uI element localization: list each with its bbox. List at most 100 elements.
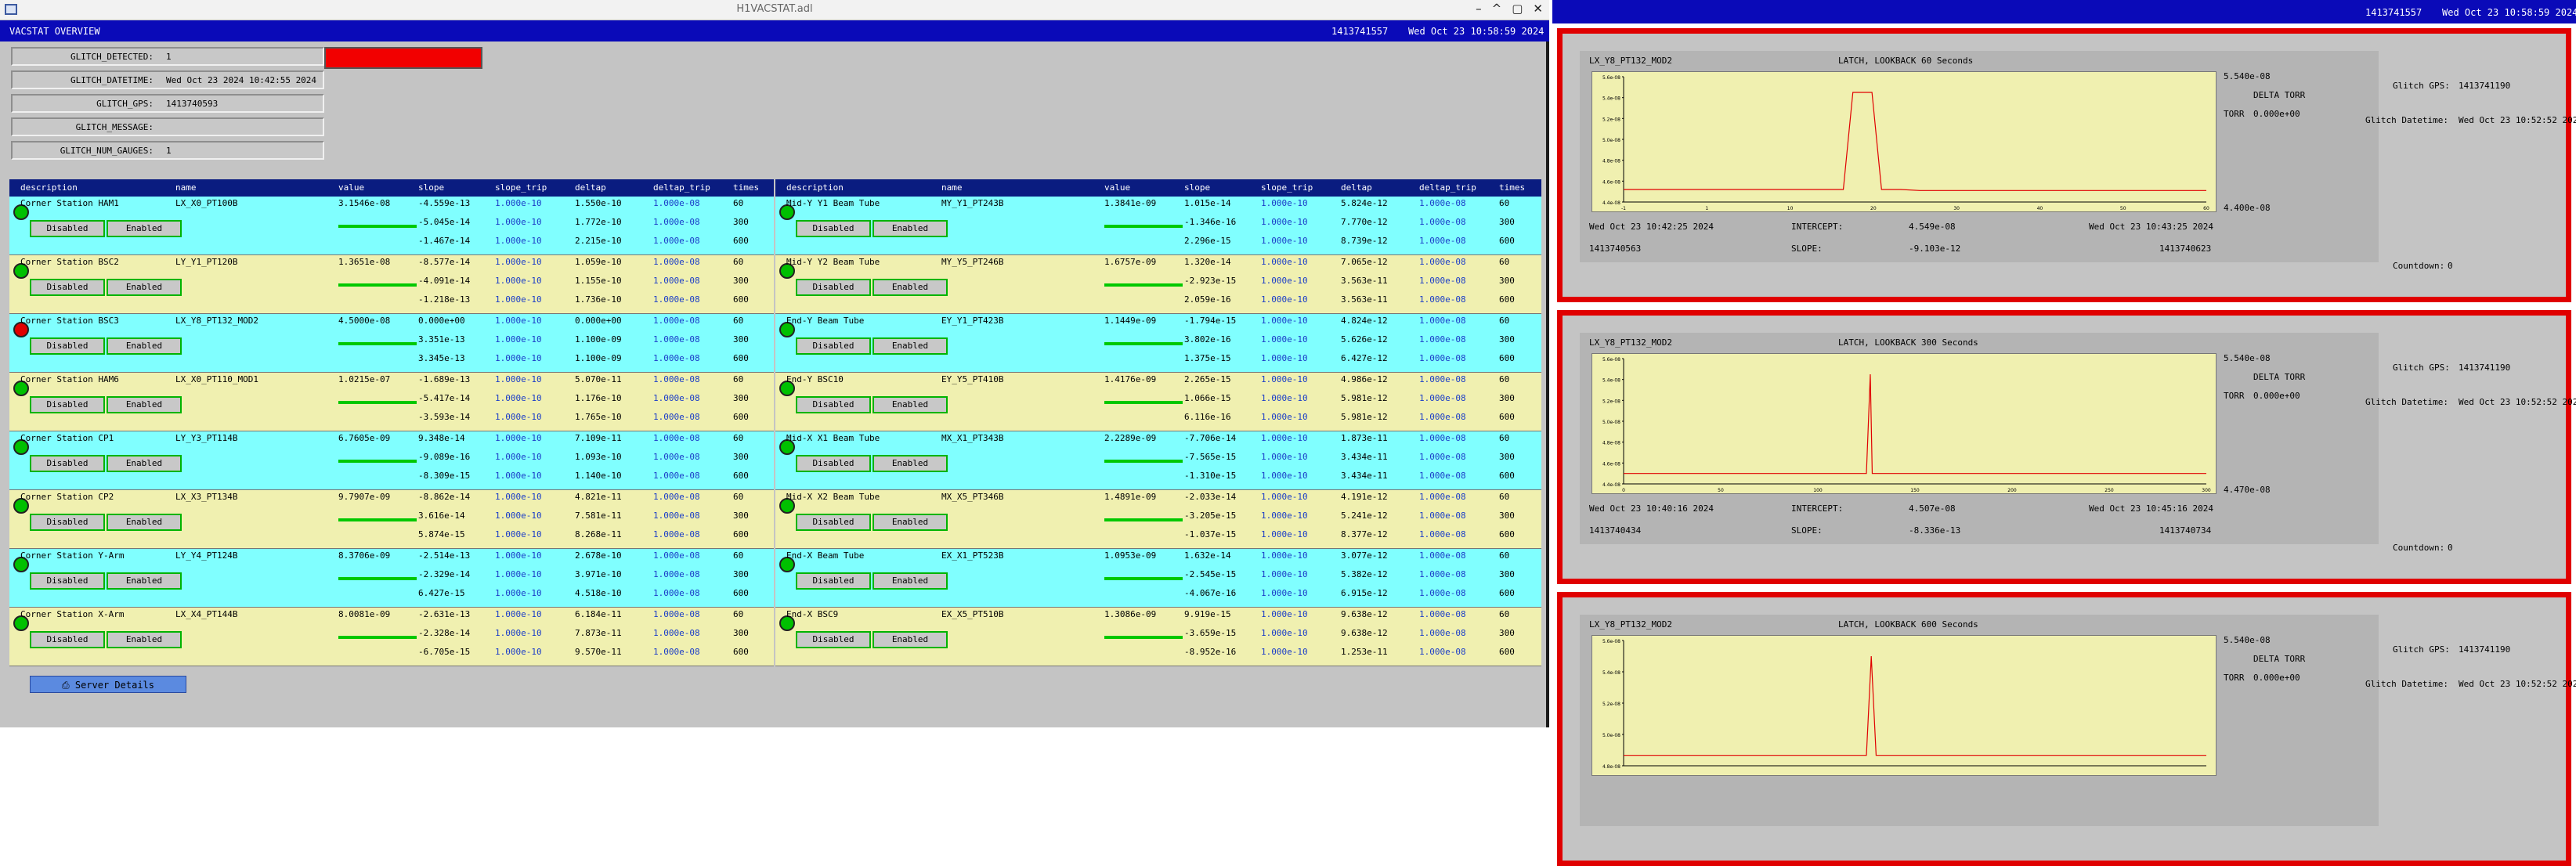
deltap-trip-value: 1.000e-08 [1419, 217, 1466, 227]
enable-button[interactable]: Enabled [107, 514, 182, 531]
slope-value: 5.874e-15 [418, 529, 465, 539]
slope-value: -3.659e-15 [1184, 628, 1237, 638]
x-tick-label: 40 [2037, 206, 2043, 211]
x-tick-label: -1 [1621, 206, 1626, 211]
disable-button[interactable]: Disabled [796, 337, 871, 355]
server-details-button[interactable]: ⎙ Server Details [30, 676, 186, 693]
column-header-times: times [733, 182, 760, 193]
deltap-value: 4.824e-12 [1341, 316, 1388, 326]
y-tick-label: 4.6e-08 [1602, 179, 1620, 185]
disable-button[interactable]: Disabled [796, 514, 871, 531]
deltap-trip-value: 1.000e-08 [1419, 628, 1466, 638]
slope-value: -2.514e-13 [418, 550, 471, 561]
disable-button[interactable]: Disabled [796, 220, 871, 237]
disable-button[interactable]: Disabled [30, 220, 105, 237]
disable-button[interactable]: Disabled [30, 631, 105, 648]
disable-button[interactable]: Disabled [796, 572, 871, 590]
deltap-value: 8.377e-12 [1341, 529, 1388, 539]
disable-button[interactable]: Disabled [796, 279, 871, 296]
disable-button[interactable]: Disabled [30, 337, 105, 355]
times-value: 60 [1499, 374, 1510, 384]
disable-button[interactable]: Disabled [30, 455, 105, 472]
slope-value: 3.351e-13 [418, 334, 465, 345]
disable-button[interactable]: Disabled [30, 279, 105, 296]
y-tick-label: 5.4e-08 [1602, 670, 1620, 676]
value-bar [1104, 518, 1183, 521]
enable-button[interactable]: Enabled [107, 572, 182, 590]
gauge-name: EX_X5_PT510B [941, 609, 1004, 619]
disable-button[interactable]: Disabled [796, 631, 871, 648]
plot-title: LATCH, LOOKBACK 300 Seconds [1838, 337, 1978, 348]
slope-trip-value: 1.000e-10 [1261, 316, 1308, 326]
enable-button-label: Enabled [125, 634, 163, 644]
maximize-icon[interactable]: ▢ [1512, 2, 1523, 16]
deltap-value: 1.873e-11 [1341, 433, 1388, 443]
deltap-value: 9.570e-11 [575, 647, 622, 657]
close-icon[interactable]: ✕ [1533, 2, 1543, 16]
gauge-description: Mid-X X1 Beam Tube [786, 433, 880, 443]
disable-button[interactable]: Disabled [30, 572, 105, 590]
delta-torr-label: DELTA TORR [2253, 654, 2306, 664]
glitch-datetime-label: Glitch Datetime: [2365, 115, 2448, 125]
enable-button[interactable]: Enabled [107, 220, 182, 237]
gauge-name: MY_Y1_PT243B [941, 198, 1004, 208]
enable-button[interactable]: Enabled [873, 279, 948, 296]
table-row: End-Y BSC10 Disabled Enabled EY_Y5_PT410B 1.… [775, 373, 1541, 431]
y-tick-label: 5.0e-08 [1602, 138, 1620, 143]
x-tick-label: 250 [2105, 488, 2114, 493]
deltap-trip-value: 1.000e-08 [1419, 294, 1466, 305]
times-value: 600 [733, 588, 749, 598]
slope-trip-value: 1.000e-10 [495, 257, 542, 267]
glitch-num-gauges-label: GLITCH_NUM_GAUGES: [60, 146, 154, 156]
minimize-icon[interactable]: – [1476, 2, 1482, 16]
slope-value: 1.320e-14 [1184, 257, 1231, 267]
enable-button[interactable]: Enabled [873, 631, 948, 648]
enable-button[interactable]: Enabled [873, 572, 948, 590]
enable-button[interactable]: Enabled [107, 455, 182, 472]
enable-button[interactable]: Enabled [107, 337, 182, 355]
disable-button-label: Disabled [812, 634, 854, 644]
slope-value: -5.417e-14 [418, 393, 471, 403]
slope-trip-value: 1.000e-10 [495, 471, 542, 481]
disable-button[interactable]: Disabled [30, 396, 105, 413]
column-header-value: value [338, 182, 365, 193]
slope-value: -8.862e-14 [418, 492, 471, 502]
gauge-description: End-Y BSC10 [786, 374, 844, 384]
gauge-description: Mid-Y Y2 Beam Tube [786, 257, 880, 267]
slope-value: -1.037e-15 [1184, 529, 1237, 539]
slope-value: -2.923e-15 [1184, 276, 1237, 286]
deltap-value: 3.971e-10 [575, 569, 622, 579]
slope-trip-value: 1.000e-10 [495, 316, 542, 326]
shade-icon[interactable]: ^ [1492, 2, 1502, 16]
deltap-value: 8.268e-11 [575, 529, 622, 539]
deltap-value: 5.070e-11 [575, 374, 622, 384]
glitch-datetime-value: Wed Oct 23 10:52:52 2024 [2459, 115, 2576, 125]
gauge-description: Corner Station Y-Arm [20, 550, 125, 561]
disable-button[interactable]: Disabled [30, 514, 105, 531]
deltap-value: 1.100e-09 [575, 353, 622, 363]
enable-button[interactable]: Enabled [107, 396, 182, 413]
enable-button[interactable]: Enabled [107, 631, 182, 648]
slope-value: 3.802e-16 [1184, 334, 1231, 345]
disable-button[interactable]: Disabled [796, 396, 871, 413]
enable-button[interactable]: Enabled [873, 337, 948, 355]
gauge-description: End-X Beam Tube [786, 550, 865, 561]
slope-trip-value: 1.000e-10 [1261, 374, 1308, 384]
times-value: 60 [733, 374, 744, 384]
slope-value: -8.309e-15 [418, 471, 471, 481]
enable-button[interactable]: Enabled [873, 396, 948, 413]
enable-button[interactable]: Enabled [873, 220, 948, 237]
table-row: Mid-Y Y1 Beam Tube Disabled Enabled MY_Y1_P… [775, 197, 1541, 255]
enable-button[interactable]: Enabled [873, 455, 948, 472]
gauge-value: 1.3651e-08 [338, 257, 391, 267]
disable-button[interactable]: Disabled [796, 455, 871, 472]
gauge-table: description name value slope slope_trip delta… [9, 179, 1541, 671]
enable-button[interactable]: Enabled [107, 279, 182, 296]
enable-button[interactable]: Enabled [873, 514, 948, 531]
deltap-value: 4.986e-12 [1341, 374, 1388, 384]
slope-value: -3.205e-15 [1184, 511, 1237, 521]
deltap-trip-value: 1.000e-08 [1419, 257, 1466, 267]
slope-value: -2.033e-14 [1184, 492, 1237, 502]
disable-button-label: Disabled [46, 576, 89, 586]
column-header-deltap: deltap [1341, 182, 1372, 193]
